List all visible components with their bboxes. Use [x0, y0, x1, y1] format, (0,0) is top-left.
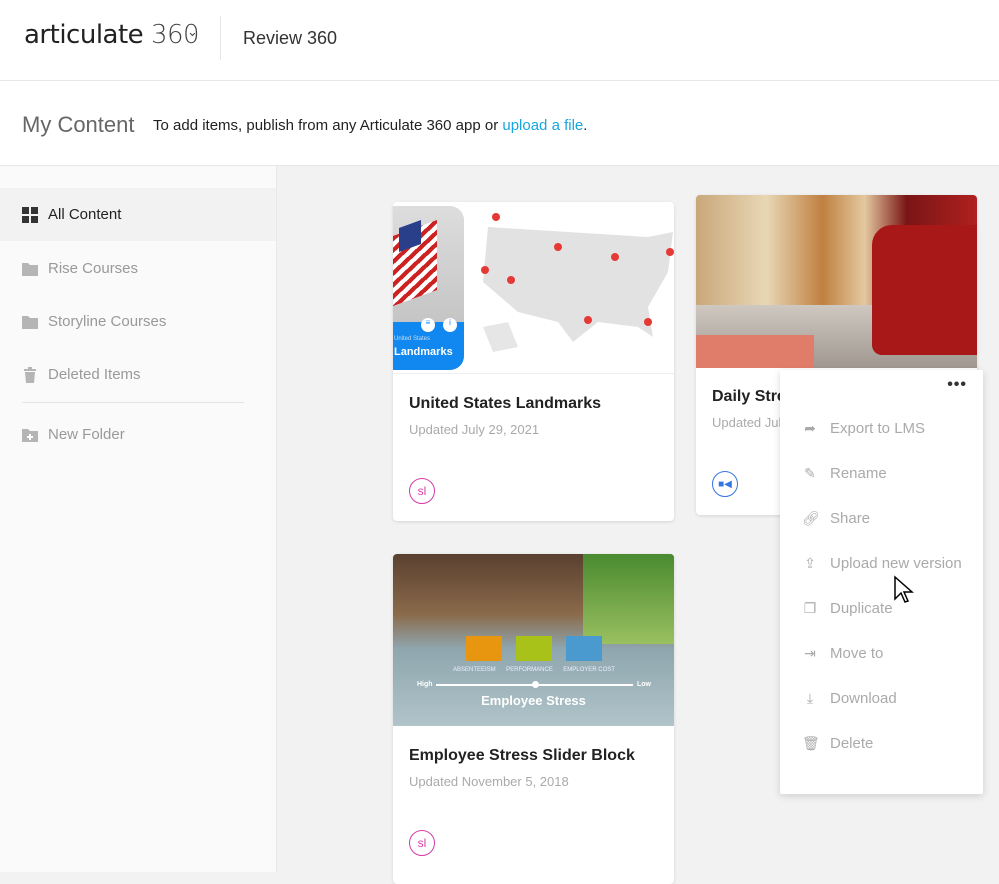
- card-title[interactable]: Daily Stre: [712, 388, 786, 406]
- flag-panel: United States Landmarks ≡ i: [393, 206, 464, 370]
- app-name: Review 360: [243, 28, 338, 48]
- sidebar-item-label: Deleted Items: [48, 366, 141, 383]
- card-title[interactable]: United States Landmarks: [409, 395, 601, 413]
- card-thumbnail: ABSENTEEISM PERFORMANCE EMPLOYER COST High…: [393, 554, 674, 726]
- employer-cost-box: [566, 636, 602, 661]
- page-title: My Content: [22, 112, 135, 137]
- storyline-badge: sl: [409, 478, 435, 504]
- menu-item-label: Rename: [830, 465, 887, 482]
- download-icon: ⤓: [806, 690, 814, 706]
- red-sofa: [872, 225, 977, 355]
- duplicate-icon: ❐: [803, 600, 817, 616]
- articulate-logo[interactable]: articulate 360: [24, 20, 200, 50]
- link-icon: 🔗︎: [802, 510, 820, 526]
- menu-item-label: Delete: [830, 735, 874, 752]
- sidebar-item-rise-courses[interactable]: Rise Courses: [0, 242, 276, 295]
- share-arrow-icon: ➦: [804, 420, 816, 436]
- card-date: Updated July 29, 2021: [409, 422, 540, 437]
- card-date: Updated November 5, 2018: [409, 774, 569, 789]
- mat: [696, 335, 814, 368]
- thumb-heading: Employee Stress: [481, 693, 586, 708]
- sidebar-divider: [22, 402, 244, 403]
- sidebar-item-all-content[interactable]: All Content: [0, 188, 276, 241]
- card-thumbnail: [696, 195, 977, 368]
- menu-item-label: Export to LMS: [830, 420, 926, 437]
- sidebar-item-label: Rise Courses: [48, 260, 139, 277]
- menu-item-label: Download: [830, 690, 897, 707]
- menu-item-upload-new-version[interactable]: ⇪ Upload new version: [802, 555, 962, 572]
- absenteeism-box: [466, 636, 502, 661]
- thumb-title: Landmarks: [394, 346, 453, 358]
- chevron-down-icon[interactable]: ⌄: [187, 24, 198, 40]
- pencil-icon: ✎: [804, 465, 816, 481]
- content-header: My Content To add items, publish from an…: [0, 81, 999, 166]
- label-employer-cost: EMPLOYER COST: [563, 667, 615, 673]
- upload-icon: ⇪: [804, 555, 816, 571]
- performance-box: [516, 636, 552, 661]
- move-icon: ⇥: [804, 645, 816, 661]
- us-map: [481, 213, 674, 352]
- menu-item-export-to-lms[interactable]: ➦ Export to LMS: [802, 420, 925, 437]
- menu-item-label: Upload new version: [830, 555, 962, 572]
- slider-low-label: Low: [637, 681, 651, 688]
- folder-plus-icon: [22, 428, 38, 442]
- menu-item-rename[interactable]: ✎ Rename: [802, 465, 887, 482]
- menu-item-label: Share: [830, 510, 871, 527]
- content-card[interactable]: ABSENTEEISM PERFORMANCE EMPLOYER COST High…: [393, 554, 674, 884]
- folder-icon: [22, 315, 38, 329]
- top-header: articulate 360 ⌄ Review 360: [0, 0, 999, 81]
- card-thumbnail: United States Landmarks ≡ i: [393, 202, 674, 374]
- box-labels: ABSENTEEISM PERFORMANCE EMPLOYER COST: [453, 667, 615, 673]
- menu-item-duplicate[interactable]: ❐ Duplicate: [802, 600, 893, 617]
- card-date: Updated Jul: [712, 415, 782, 430]
- info-icon: i: [443, 318, 457, 332]
- badge-text: sl: [417, 484, 427, 498]
- menu-item-label: Duplicate: [830, 600, 893, 617]
- sidebar-item-label: All Content: [48, 206, 122, 223]
- menu-item-move-to[interactable]: ⇥ Move to: [802, 645, 883, 662]
- sidebar: All Content Rise Courses Storyline Cours…: [0, 166, 277, 872]
- folder-icon: [22, 262, 38, 276]
- menu-item-download[interactable]: ⤓ Download: [802, 690, 897, 707]
- upload-file-link[interactable]: upload a file: [502, 117, 583, 134]
- menu-item-share[interactable]: 🔗︎ Share: [802, 510, 870, 527]
- trash-icon: 🗑︎: [802, 735, 820, 751]
- hint-text: To add items, publish from any Articulat…: [153, 117, 503, 134]
- menu-item-label: Move to: [830, 645, 884, 662]
- slider-high-label: High: [417, 681, 433, 688]
- video-camera-icon: ■◀: [718, 478, 732, 490]
- trash-icon: [24, 366, 36, 383]
- stress-slider-knob[interactable]: [531, 681, 539, 688]
- sidebar-item-label: Storyline Courses: [48, 313, 167, 330]
- sidebar-item-label: New Folder: [48, 426, 125, 443]
- upload-hint: To add items, publish from any Articulat…: [153, 117, 587, 134]
- window-greenery: [583, 554, 674, 644]
- logo-text: articulate: [24, 20, 144, 50]
- grid-icon: [22, 206, 38, 223]
- list-icon: ≡: [421, 318, 435, 332]
- video-badge: ■◀: [712, 471, 738, 497]
- card-title[interactable]: Employee Stress Slider Block: [409, 747, 635, 765]
- menu-item-delete[interactable]: 🗑︎ Delete: [802, 735, 873, 752]
- thumb-subtitle: United States: [394, 336, 431, 342]
- more-options-icon[interactable]: •••: [947, 376, 967, 394]
- stress-slider-track[interactable]: [436, 681, 633, 688]
- divider: [220, 16, 221, 60]
- storyline-badge: sl: [409, 830, 435, 856]
- label-performance: PERFORMANCE: [506, 667, 553, 673]
- card-context-menu: ••• ➦ Export to LMS ✎ Rename 🔗︎ Share ⇪ Uplo…: [780, 370, 983, 794]
- badge-text: sl: [417, 836, 427, 850]
- mouse-cursor-icon: [894, 575, 914, 603]
- sidebar-item-deleted-items[interactable]: Deleted Items: [0, 348, 276, 401]
- label-absenteeism: ABSENTEEISM: [453, 667, 496, 673]
- hint-period: .: [583, 117, 588, 134]
- sidebar-item-storyline-courses[interactable]: Storyline Courses: [0, 295, 276, 348]
- new-folder-button[interactable]: New Folder: [0, 408, 276, 461]
- content-card[interactable]: United States Landmarks ≡ i United State…: [393, 202, 674, 521]
